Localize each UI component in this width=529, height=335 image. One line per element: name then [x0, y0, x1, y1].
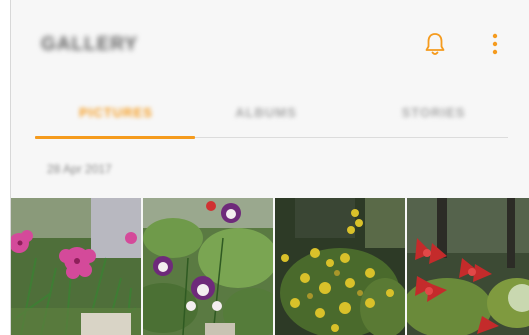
- gallery-app: GALLERY PICTURES ALBUMS STORIES 28 Apr 2…: [10, 0, 529, 335]
- app-title: GALLERY: [41, 34, 139, 55]
- active-tab-indicator: [35, 136, 195, 139]
- tab-albums[interactable]: ALBUMS: [196, 92, 336, 132]
- app-bar: GALLERY: [11, 0, 529, 92]
- tab-divider: [195, 137, 508, 138]
- photo-thumbnail-3[interactable]: [275, 198, 405, 335]
- tab-pictures[interactable]: PICTURES: [36, 92, 196, 132]
- photo-thumbnail-4[interactable]: [407, 198, 529, 335]
- tab-stories[interactable]: STORIES: [361, 92, 506, 132]
- photo-thumbnail-1[interactable]: [11, 198, 141, 335]
- more-vertical-icon: [491, 31, 499, 62]
- photo-thumbnail-2[interactable]: [143, 198, 273, 335]
- bell-icon: [424, 31, 446, 62]
- date-header: 28 Apr 2017: [47, 162, 112, 176]
- notification-button[interactable]: [421, 30, 449, 62]
- photo-grid: [11, 198, 529, 335]
- more-options-button[interactable]: [481, 30, 509, 62]
- tab-bar: PICTURES ALBUMS STORIES: [11, 92, 529, 142]
